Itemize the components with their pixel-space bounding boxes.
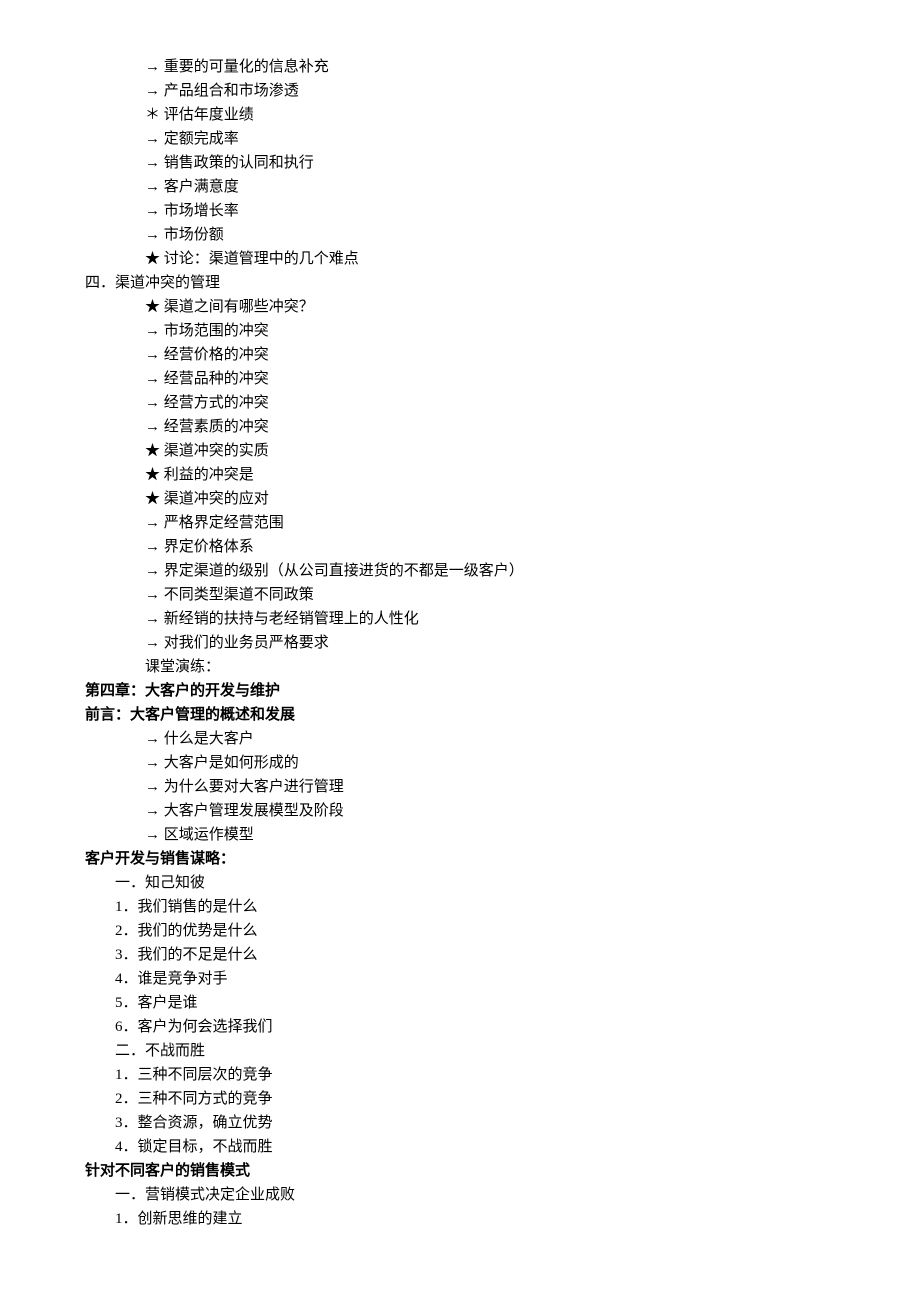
document-page: → 重要的可量化的信息补充→ 产品组合和市场渗透＊ 评估年度业绩→ 定额完成率→…	[0, 0, 920, 1302]
body-line: ★ 渠道之间有哪些冲突？	[85, 295, 835, 319]
body-line: → 大客户管理发展模型及阶段	[85, 799, 835, 823]
body-line: → 不同类型渠道不同政策	[85, 583, 835, 607]
heading-line: 前言：大客户管理的概述和发展	[85, 703, 835, 727]
body-line: 一．知己知彼	[85, 871, 835, 895]
body-line: → 经营方式的冲突	[85, 391, 835, 415]
body-line: 4．锁定目标，不战而胜	[85, 1135, 835, 1159]
body-line: → 客户满意度	[85, 175, 835, 199]
body-line: → 为什么要对大客户进行管理	[85, 775, 835, 799]
body-line: → 经营素质的冲突	[85, 415, 835, 439]
body-line: 二．不战而胜	[85, 1039, 835, 1063]
body-line: → 市场增长率	[85, 199, 835, 223]
body-line: 6．客户为何会选择我们	[85, 1015, 835, 1039]
body-line: 4．谁是竞争对手	[85, 967, 835, 991]
body-line: → 重要的可量化的信息补充	[85, 55, 835, 79]
body-line: → 市场份额	[85, 223, 835, 247]
heading-line: 第四章：大客户的开发与维护	[85, 679, 835, 703]
body-line: → 定额完成率	[85, 127, 835, 151]
body-line: → 销售政策的认同和执行	[85, 151, 835, 175]
body-line: ＊ 评估年度业绩	[85, 103, 835, 127]
body-line: 1．我们销售的是什么	[85, 895, 835, 919]
body-line: 四．渠道冲突的管理	[85, 271, 835, 295]
body-line: 一．营销模式决定企业成败	[85, 1183, 835, 1207]
body-line: ★ 渠道冲突的应对	[85, 487, 835, 511]
body-line: → 经营品种的冲突	[85, 367, 835, 391]
body-line: 1．创新思维的建立	[85, 1207, 835, 1231]
body-line: ★ 讨论：渠道管理中的几个难点	[85, 247, 835, 271]
body-line: → 区域运作模型	[85, 823, 835, 847]
body-line: 2．三种不同方式的竞争	[85, 1087, 835, 1111]
body-line: 3．整合资源，确立优势	[85, 1111, 835, 1135]
body-line: → 界定价格体系	[85, 535, 835, 559]
body-line: 3．我们的不足是什么	[85, 943, 835, 967]
body-line: → 界定渠道的级别（从公司直接进货的不都是一级客户）	[85, 559, 835, 583]
body-line: → 市场范围的冲突	[85, 319, 835, 343]
body-line: ★ 利益的冲突是	[85, 463, 835, 487]
body-line: 5．客户是谁	[85, 991, 835, 1015]
body-line: 1．三种不同层次的竞争	[85, 1063, 835, 1087]
body-line: ★ 渠道冲突的实质	[85, 439, 835, 463]
body-line: → 新经销的扶持与老经销管理上的人性化	[85, 607, 835, 631]
body-line: → 对我们的业务员严格要求	[85, 631, 835, 655]
body-line: → 产品组合和市场渗透	[85, 79, 835, 103]
body-line: → 大客户是如何形成的	[85, 751, 835, 775]
heading-line: 客户开发与销售谋略：	[85, 847, 835, 871]
body-line: → 经营价格的冲突	[85, 343, 835, 367]
heading-line: 针对不同客户的销售模式	[85, 1159, 835, 1183]
body-line: → 严格界定经营范围	[85, 511, 835, 535]
body-line: 课堂演练：	[85, 655, 835, 679]
body-line: → 什么是大客户	[85, 727, 835, 751]
body-line: 2．我们的优势是什么	[85, 919, 835, 943]
